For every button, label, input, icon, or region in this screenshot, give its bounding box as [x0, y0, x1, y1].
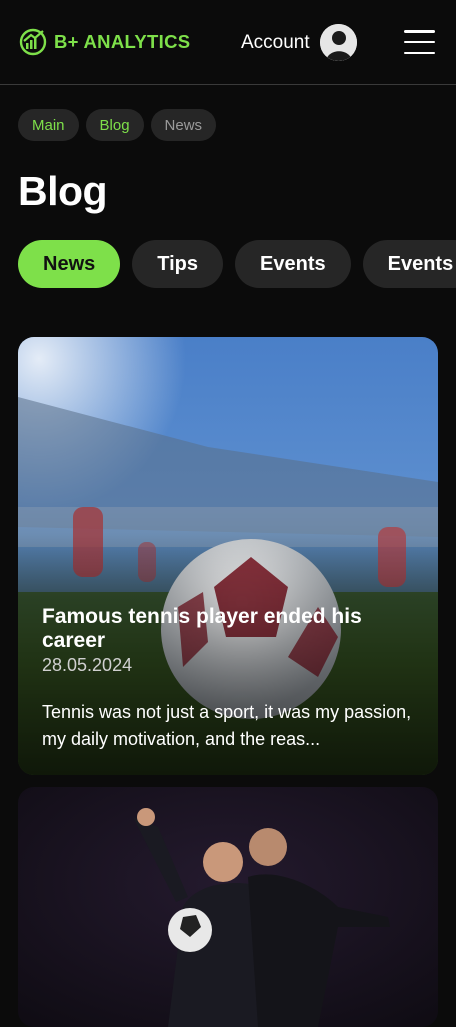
post-card[interactable]: Famous tennis player ended his career 28… — [18, 337, 438, 775]
breadcrumb-blog[interactable]: Blog — [85, 109, 144, 141]
analytics-logo-icon — [19, 28, 47, 56]
tab-news[interactable]: News — [18, 240, 121, 288]
site-header: B+ ANALYTICS Account — [0, 0, 456, 85]
post-excerpt: Tennis was not just a sport, it was my p… — [42, 702, 412, 749]
tab-events[interactable]: Events — [235, 240, 351, 288]
category-tabs: News Tips Events Events — [18, 240, 456, 288]
account-label: Account — [241, 31, 310, 53]
tab-events-2[interactable]: Events — [362, 240, 456, 288]
account-button[interactable]: Account — [241, 24, 357, 61]
page-title: Blog — [18, 168, 108, 214]
brand-name: B+ ANALYTICS — [54, 31, 191, 52]
post-title[interactable]: Famous tennis player ended his career — [42, 605, 422, 653]
hamburger-menu-icon[interactable] — [404, 30, 435, 54]
post-card-2[interactable] — [18, 787, 438, 1027]
tab-tips[interactable]: Tips — [132, 240, 224, 288]
breadcrumb-news: News — [150, 109, 217, 141]
post-image-2 — [18, 787, 438, 1027]
avatar[interactable] — [319, 24, 357, 61]
post-date: 28.05.2024 — [42, 655, 133, 675]
breadcrumb: Main Blog News — [18, 109, 217, 141]
breadcrumb-main[interactable]: Main — [18, 109, 79, 141]
brand-logo[interactable]: B+ ANALYTICS — [18, 27, 190, 57]
